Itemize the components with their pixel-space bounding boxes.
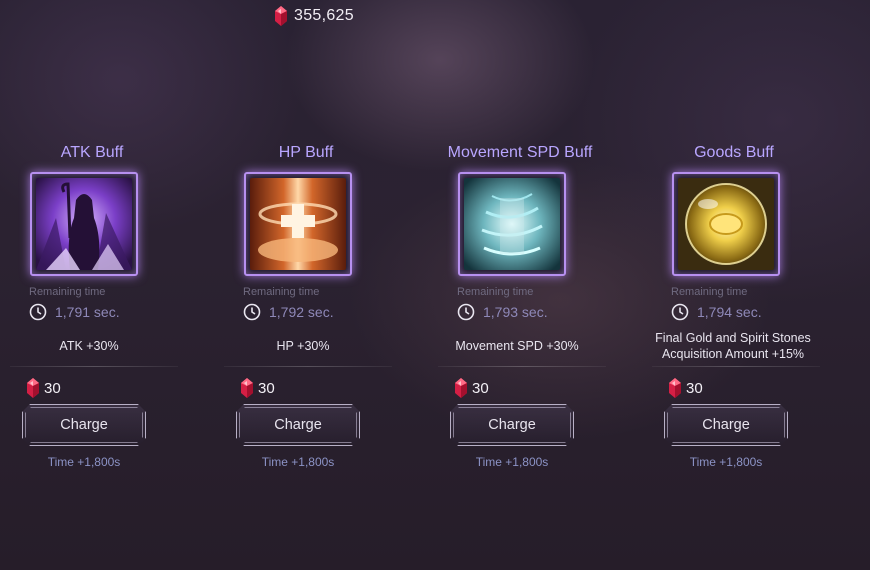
remaining-time: 1,794 sec. <box>671 303 762 321</box>
buff-title: Goods Buff <box>694 144 774 161</box>
charge-cost: 30 <box>668 378 703 398</box>
red-gem-icon <box>668 378 682 398</box>
remaining-time: 1,793 sec. <box>457 303 548 321</box>
buff-effect-line: Acquisition Amount +15% <box>661 347 805 361</box>
buff-icon-frame <box>244 172 352 276</box>
buff-title: Movement SPD Buff <box>447 144 593 161</box>
buff-title: ATK Buff <box>60 144 124 161</box>
charge-label: Charge <box>274 417 322 433</box>
charge-button[interactable]: Charge <box>22 404 146 446</box>
currency-display: 355,625 <box>274 6 354 26</box>
buff-effect: Movement SPD +30% <box>455 339 579 353</box>
buff-effect: HP +30% <box>276 339 330 353</box>
divider <box>10 366 178 367</box>
health-buff-icon <box>250 178 346 270</box>
clock-icon <box>671 303 689 321</box>
timer-value: 1,791 sec. <box>55 304 120 320</box>
charge-cost: 30 <box>26 378 61 398</box>
currency-amount: 355,625 <box>294 7 354 24</box>
remaining-time: 1,791 sec. <box>29 303 120 321</box>
timer-value: 1,793 sec. <box>483 304 548 320</box>
remaining-time-label: Remaining time <box>243 286 320 298</box>
divider <box>224 366 392 367</box>
buff-icon-frame <box>30 172 138 276</box>
charge-label: Charge <box>488 417 536 433</box>
charge-button[interactable]: Charge <box>450 404 574 446</box>
charge-label: Charge <box>702 417 750 433</box>
speed-buff-icon <box>464 178 560 270</box>
remaining-time-label: Remaining time <box>457 286 534 298</box>
buff-title: HP Buff <box>278 144 334 161</box>
red-gem-icon <box>26 378 40 398</box>
divider <box>438 366 606 367</box>
red-gem-icon <box>240 378 254 398</box>
charge-cost: 30 <box>240 378 275 398</box>
buff-effect: Final Gold and Spirit Stones Acquisition… <box>632 330 834 362</box>
divider <box>652 366 820 367</box>
buff-effect-line: Final Gold and Spirit Stones <box>655 331 811 345</box>
clock-icon <box>457 303 475 321</box>
clock-icon <box>243 303 261 321</box>
red-gem-icon <box>454 378 468 398</box>
goods-buff-icon <box>678 178 774 270</box>
buff-card-atk: ATK Buff Remaining time 1,791 sec. ATK +… <box>4 140 180 480</box>
time-bonus: Time +1,800s <box>689 455 763 469</box>
charge-cost: 30 <box>454 378 489 398</box>
clock-icon <box>29 303 47 321</box>
charge-label: Charge <box>60 417 108 433</box>
buff-card-hp: HP Buff Remaining time 1,792 sec. HP +30… <box>218 140 394 480</box>
buff-effect: ATK +30% <box>59 339 119 353</box>
buff-card-movement-spd: Movement SPD Buff Remaining time 1,793 s… <box>432 140 608 480</box>
red-gem-icon <box>274 6 288 26</box>
cost-value: 30 <box>258 379 275 397</box>
remaining-time-label: Remaining time <box>29 286 106 298</box>
remaining-time: 1,792 sec. <box>243 303 334 321</box>
charge-button[interactable]: Charge <box>236 404 360 446</box>
buff-icon-frame <box>672 172 780 276</box>
charge-button[interactable]: Charge <box>664 404 788 446</box>
timer-value: 1,794 sec. <box>697 304 762 320</box>
remaining-time-label: Remaining time <box>671 286 748 298</box>
cost-value: 30 <box>686 379 703 397</box>
time-bonus: Time +1,800s <box>47 455 121 469</box>
buff-card-goods: Goods Buff Remaining time 1,794 sec. Fin… <box>646 140 822 480</box>
time-bonus: Time +1,800s <box>261 455 335 469</box>
cost-value: 30 <box>44 379 61 397</box>
attack-buff-icon <box>36 178 132 270</box>
time-bonus: Time +1,800s <box>475 455 549 469</box>
cost-value: 30 <box>472 379 489 397</box>
timer-value: 1,792 sec. <box>269 304 334 320</box>
buff-icon-frame <box>458 172 566 276</box>
